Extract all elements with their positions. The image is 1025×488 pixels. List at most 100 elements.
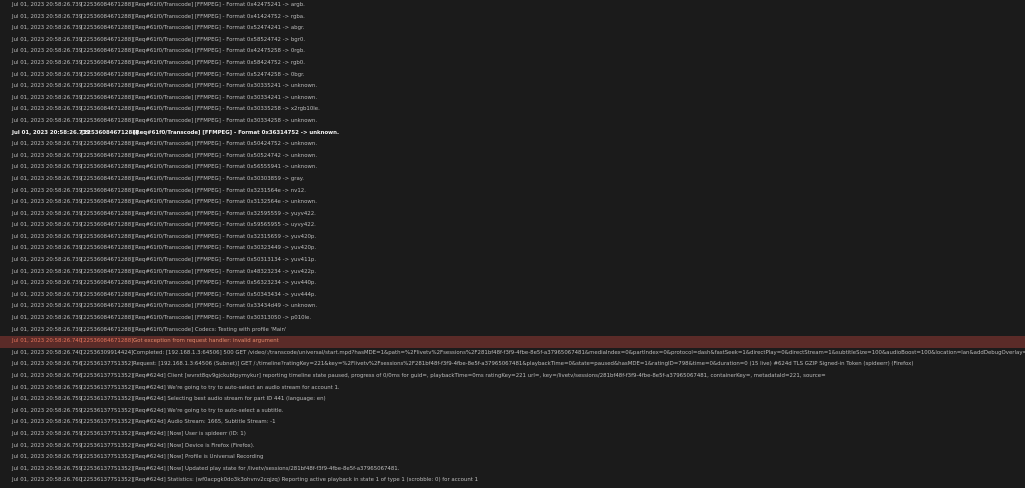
log-row[interactable]: Jul 01, 2023 20:58:26.759 [22536137751352… xyxy=(0,429,1025,441)
log-row[interactable]: Jul 01, 2023 20:58:26.739 [22536084671288… xyxy=(0,290,1025,302)
log-timestamp: Jul 01, 2023 20:58:26.740 xyxy=(12,349,83,356)
log-row[interactable]: Jul 01, 2023 20:58:26.739 [22536084671288… xyxy=(0,278,1025,290)
log-row[interactable]: Jul 01, 2023 20:58:26.759 [22536137751352… xyxy=(0,452,1025,464)
log-row[interactable]: Jul 01, 2023 20:58:26.739 [22536084671288… xyxy=(0,46,1025,58)
log-timestamp: Jul 01, 2023 20:58:26.739 xyxy=(12,129,90,136)
log-row[interactable]: Jul 01, 2023 20:58:26.739 [22536084671288… xyxy=(0,58,1025,70)
log-thread-id: [22536137751352] xyxy=(81,396,134,403)
log-thread-id: [22536137751352] xyxy=(81,361,134,368)
log-row[interactable]: Jul 01, 2023 20:58:26.759 [22536137751352… xyxy=(0,417,1025,429)
log-row[interactable]: Jul 01, 2023 20:58:26.756 [22536137751352… xyxy=(0,371,1025,383)
log-row[interactable]: Jul 01, 2023 20:58:26.739 [22536084671288… xyxy=(0,70,1025,82)
log-viewer[interactable]: Jul 01, 2023 20:58:26.739 [22536084671288… xyxy=(0,0,1025,488)
log-row[interactable]: Jul 01, 2023 20:58:26.759 [22536137751352… xyxy=(0,406,1025,418)
log-row[interactable]: Jul 01, 2023 20:58:26.739 [22536084671288… xyxy=(0,116,1025,128)
log-row[interactable]: Jul 01, 2023 20:58:26.756 [22536137751352… xyxy=(0,359,1025,371)
log-row-error[interactable]: Jul 01, 2023 20:58:26.740 [22536084671288… xyxy=(0,336,1025,348)
log-row[interactable]: Jul 01, 2023 20:58:26.739 [22536084671288… xyxy=(0,93,1025,105)
log-message: [Req#624d] We're going to try to auto-se… xyxy=(133,384,340,391)
log-row[interactable]: Jul 01, 2023 20:58:26.739 [22536084671288… xyxy=(0,197,1025,209)
log-row[interactable]: Jul 01, 2023 20:58:26.739 [22536084671288… xyxy=(0,325,1025,337)
log-message: [Req#61f0/Transcode] [FFMPEG] - Format 0… xyxy=(133,83,318,90)
log-row[interactable]: Jul 01, 2023 20:58:26.739 [22536084671288… xyxy=(0,35,1025,47)
log-row[interactable]: Jul 01, 2023 20:58:26.739 [22536084671288… xyxy=(0,12,1025,24)
log-message: Request: [192.168.1.3:64506 (Subnet)] GE… xyxy=(133,361,914,368)
log-row[interactable]: Jul 01, 2023 20:58:26.739 [22536084671288… xyxy=(0,220,1025,232)
log-row[interactable]: Jul 01, 2023 20:58:26.739 [22536084671288… xyxy=(0,23,1025,35)
log-thread-id: [22536084671288] xyxy=(81,129,139,136)
log-row[interactable]: Jul 01, 2023 20:58:26.739 [22536084671288… xyxy=(0,313,1025,325)
log-timestamp: Jul 01, 2023 20:58:26.759 xyxy=(12,430,83,437)
log-message: [Req#624d] Statistics: (wf0acpgk0do3k3oh… xyxy=(133,477,479,484)
log-thread-id: [22536084671288] xyxy=(81,164,134,171)
log-message: [Req#61f0/Transcode] [FFMPEG] - Format 0… xyxy=(133,199,317,206)
log-row[interactable]: Jul 01, 2023 20:58:26.739 [22536084671288… xyxy=(0,128,1025,140)
log-row[interactable]: Jul 01, 2023 20:58:26.739 [22536084671288… xyxy=(0,162,1025,174)
log-message: [Req#61f0/Transcode] [FFMPEG] - Format 0… xyxy=(133,303,318,310)
log-row[interactable]: Jul 01, 2023 20:58:26.739 [22536084671288… xyxy=(0,0,1025,12)
log-thread-id: [22536084671288] xyxy=(81,152,134,159)
log-thread-id: [22536137751352] xyxy=(81,430,134,437)
log-message: [Req#624d] [Now] Updated play state for … xyxy=(133,465,400,472)
log-row[interactable]: Jul 01, 2023 20:58:26.739 [22536084671288… xyxy=(0,104,1025,116)
log-thread-id: [22536137751352] xyxy=(81,373,134,379)
log-message: [Req#61f0/Transcode] [FFMPEG] - Format 0… xyxy=(133,94,318,101)
log-timestamp: Jul 01, 2023 20:58:26.759 xyxy=(12,442,83,449)
log-thread-id: [22536084671288] xyxy=(81,141,134,148)
log-message: [Req#61f0/Transcode] [FFMPEG] - Format 0… xyxy=(133,71,305,78)
log-message: [Req#624d] Audio Stream: 1665, Subtitle … xyxy=(133,419,276,426)
log-thread-id: [22536084671288] xyxy=(81,315,134,322)
log-timestamp: Jul 01, 2023 20:58:26.739 xyxy=(12,326,83,333)
log-timestamp: Jul 01, 2023 20:58:26.739 xyxy=(12,83,83,90)
log-message: [Req#61f0/Transcode] Codecs: Testing wit… xyxy=(133,326,287,333)
log-timestamp: Jul 01, 2023 20:58:26.739 xyxy=(12,257,83,264)
log-timestamp: Jul 01, 2023 20:58:26.740 xyxy=(12,338,83,345)
log-message: [Req#624d] Selecting best audio stream f… xyxy=(133,396,326,403)
log-row[interactable]: Jul 01, 2023 20:58:26.739 [22536084671288… xyxy=(0,301,1025,313)
log-message: [Req#61f0/Transcode] [FFMPEG] - Format 0… xyxy=(133,129,340,136)
log-row[interactable]: Jul 01, 2023 20:58:26.739 [22536084671288… xyxy=(0,186,1025,198)
log-message: [Req#624d] Client [wvrxt8qv9gjckubtpymyk… xyxy=(133,373,826,379)
log-row[interactable]: Jul 01, 2023 20:58:26.739 [22536084671288… xyxy=(0,243,1025,255)
log-message: [Req#61f0/Transcode] [FFMPEG] - Format 0… xyxy=(133,141,318,148)
log-message: [Req#61f0/Transcode] [FFMPEG] - Format 0… xyxy=(133,48,305,55)
log-thread-id: [22536084671288] xyxy=(81,222,134,229)
log-message: [Req#61f0/Transcode] [FFMPEG] - Format 0… xyxy=(133,210,316,217)
log-row[interactable]: Jul 01, 2023 20:58:26.739 [22536084671288… xyxy=(0,255,1025,267)
log-thread-id: [22536084671288] xyxy=(81,257,134,264)
log-row[interactable]: Jul 01, 2023 20:58:26.739 [22536084671288… xyxy=(0,232,1025,244)
log-row[interactable]: Jul 01, 2023 20:58:26.759 [22536137751352… xyxy=(0,383,1025,395)
log-row[interactable]: Jul 01, 2023 20:58:26.739 [22536084671288… xyxy=(0,81,1025,93)
log-row[interactable]: Jul 01, 2023 20:58:26.759 [22536137751352… xyxy=(0,394,1025,406)
log-thread-id: [22536084671288] xyxy=(81,48,134,55)
log-row[interactable]: Jul 01, 2023 20:58:26.739 [22536084671288… xyxy=(0,267,1025,279)
log-timestamp: Jul 01, 2023 20:58:26.739 xyxy=(12,13,83,20)
log-timestamp: Jul 01, 2023 20:58:26.739 xyxy=(12,175,83,182)
log-thread-id: [22536084671288] xyxy=(81,106,134,113)
log-message: [Req#61f0/Transcode] [FFMPEG] - Format 0… xyxy=(133,13,305,20)
log-thread-id: [22536084671288] xyxy=(81,175,134,182)
log-row[interactable]: Jul 01, 2023 20:58:26.739 [22536084671288… xyxy=(0,139,1025,151)
log-row[interactable]: Jul 01, 2023 20:58:26.739 [22536084671288… xyxy=(0,151,1025,163)
log-thread-id: [22536084671288] xyxy=(81,280,134,287)
log-message: [Req#624d] [Now] Profile is Universal Re… xyxy=(133,454,264,461)
log-row[interactable]: Jul 01, 2023 20:58:26.739 [22536084671288… xyxy=(0,209,1025,221)
log-thread-id: [22536137751352] xyxy=(81,442,134,449)
log-row[interactable]: Jul 01, 2023 20:58:26.760 [22536137751352… xyxy=(0,475,1025,487)
log-timestamp: Jul 01, 2023 20:58:26.739 xyxy=(12,164,83,171)
log-timestamp: Jul 01, 2023 20:58:26.739 xyxy=(12,94,83,101)
log-timestamp: Jul 01, 2023 20:58:26.759 xyxy=(12,454,83,461)
log-row[interactable]: Jul 01, 2023 20:58:26.759 [22536137751352… xyxy=(0,441,1025,453)
log-row[interactable]: Jul 01, 2023 20:58:26.759 [22536137751352… xyxy=(0,464,1025,476)
log-row[interactable]: Jul 01, 2023 20:58:26.739 [22536084671288… xyxy=(0,174,1025,186)
log-thread-id: [22536084671288] xyxy=(81,187,134,194)
log-message: [Req#61f0/Transcode] [FFMPEG] - Format 0… xyxy=(133,222,316,229)
log-row[interactable]: Jul 01, 2023 20:58:26.740 [22536309914424… xyxy=(0,348,1025,360)
log-thread-id: [22536084671288] xyxy=(81,326,134,333)
log-timestamp: Jul 01, 2023 20:58:26.759 xyxy=(12,419,83,426)
log-timestamp: Jul 01, 2023 20:58:26.739 xyxy=(12,152,83,159)
log-thread-id: [22536084671288] xyxy=(81,245,134,252)
log-timestamp: Jul 01, 2023 20:58:26.739 xyxy=(12,291,83,298)
log-timestamp: Jul 01, 2023 20:58:26.739 xyxy=(12,2,83,8)
log-message: [Req#61f0/Transcode] [FFMPEG] - Format 0… xyxy=(133,245,317,252)
